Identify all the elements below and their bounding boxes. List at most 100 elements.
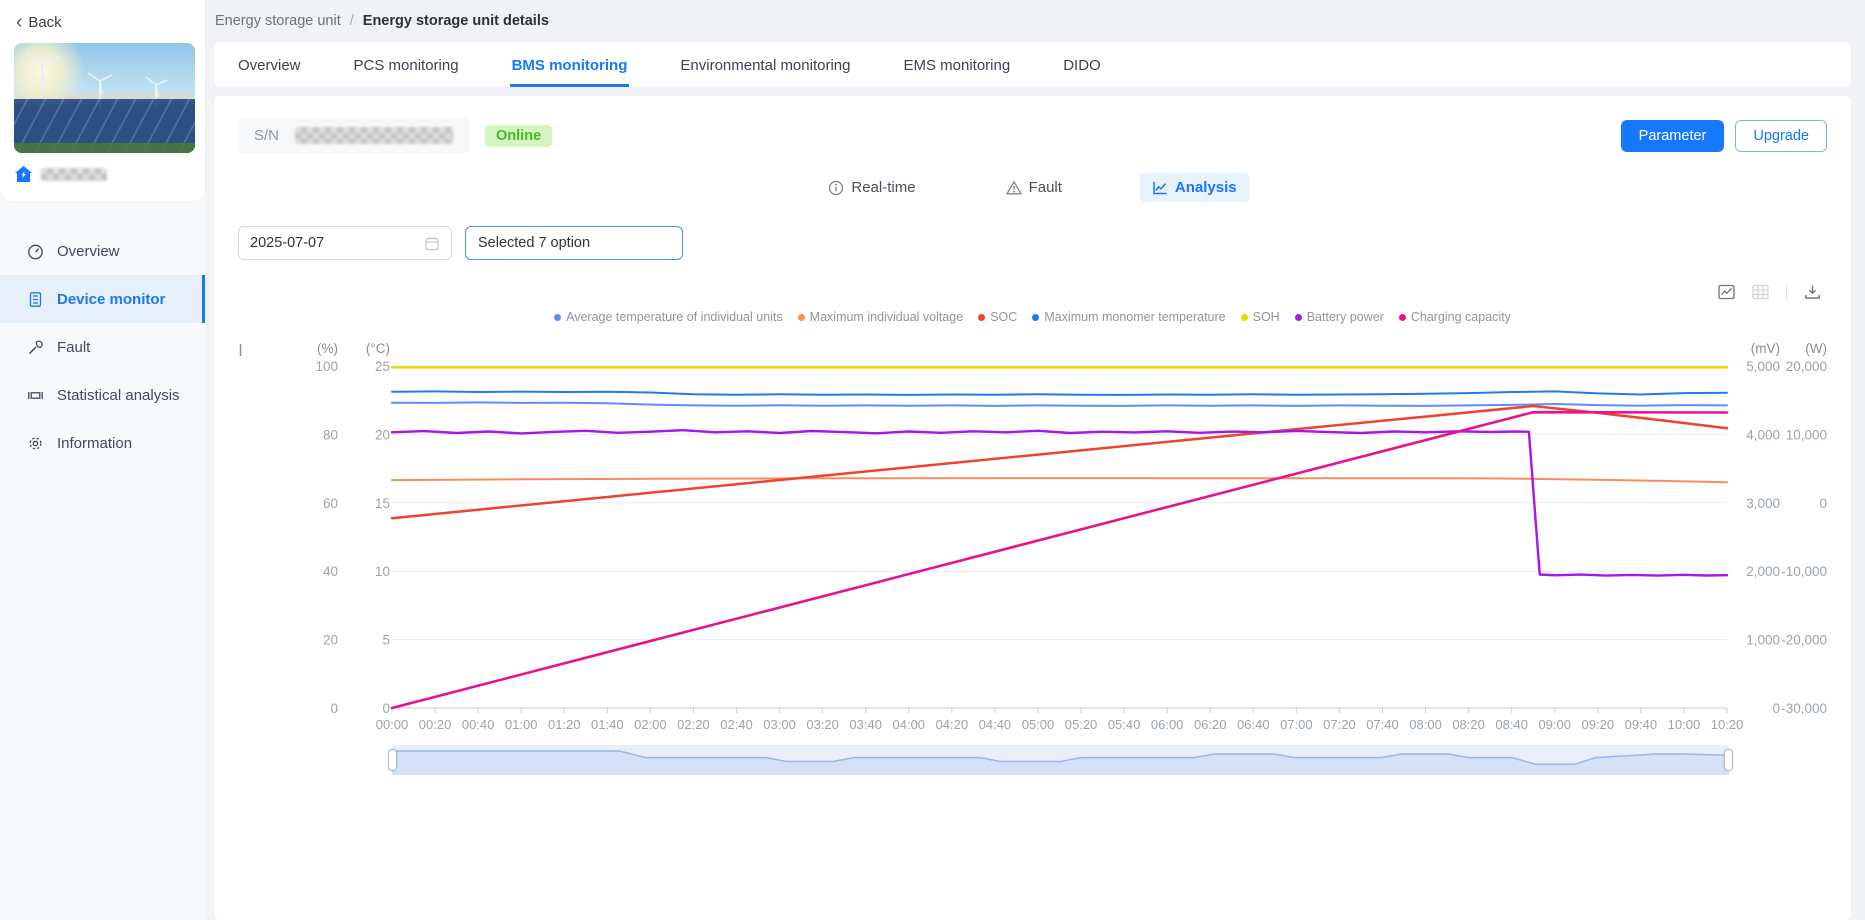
sidebar-item-fault[interactable]: Fault [0,323,205,371]
app-root: ‹ Back [0,0,1865,920]
svg-text:40: 40 [323,564,338,579]
sidebar-header: ‹ Back [0,0,205,201]
tab-dido[interactable]: DIDO [1061,46,1103,87]
sidebar-item-label: Fault [57,339,90,356]
breadcrumb: Energy storage unit / Energy storage uni… [214,0,1851,42]
legend-label: Battery power [1307,310,1384,324]
tab-environmental-monitoring[interactable]: Environmental monitoring [678,46,852,87]
view-tab-real-time[interactable]: Real-time [816,173,927,202]
legend-dot [1241,314,1248,321]
svg-text:06:20: 06:20 [1194,717,1227,732]
legend-item-0[interactable]: Average temperature of individual units [554,310,783,324]
chart-area: (%)(°C)(mV)(W)10080604020025201510505,00… [238,336,1827,775]
legend-item-5[interactable]: Battery power [1295,310,1384,324]
svg-text:5: 5 [382,633,390,648]
sidebar-item-statistical-analysis[interactable]: Statistical analysis [0,371,205,419]
brush-handle-right[interactable] [1724,749,1733,771]
table-view-icon[interactable] [1752,284,1769,300]
time-brush[interactable] [392,745,1729,775]
svg-text:3,000: 3,000 [1746,496,1780,511]
svg-text:08:00: 08:00 [1409,717,1442,732]
svg-text:09:00: 09:00 [1538,717,1571,732]
legend-dot [798,314,805,321]
sidebar-item-overview[interactable]: Overview [0,227,205,275]
chevron-left-icon: ‹ [16,16,22,30]
sidebar-item-device-monitor[interactable]: Device monitor [0,275,205,323]
breadcrumb-parent[interactable]: Energy storage unit [215,13,341,29]
chart-line-icon [1152,180,1168,196]
legend-label: SOC [990,310,1017,324]
sidebar-item-information[interactable]: Information [0,419,205,467]
legend-item-3[interactable]: Maximum monomer temperature [1032,310,1225,324]
date-picker[interactable]: 2025-07-07 [238,226,452,260]
line-chart[interactable]: (%)(°C)(mV)(W)10080604020025201510505,00… [238,336,1827,736]
legend-dot [978,314,985,321]
svg-text:05:00: 05:00 [1022,717,1055,732]
tab-ems-monitoring[interactable]: EMS monitoring [901,46,1012,87]
legend-dot [554,314,561,321]
svg-text:4,000: 4,000 [1746,427,1780,442]
svg-text:0: 0 [1772,701,1780,716]
metric-select[interactable]: Selected 7 option [465,226,683,260]
parameter-button[interactable]: Parameter [1621,120,1725,152]
download-icon[interactable] [1804,284,1821,300]
device-monitor-icon [27,291,44,308]
view-tab-label: Fault [1029,179,1062,196]
legend-item-4[interactable]: SOH [1241,310,1280,324]
back-button[interactable]: ‹ Back [14,12,191,43]
svg-text:01:00: 01:00 [505,717,538,732]
view-tab-label: Real-time [851,179,915,196]
device-header-row: S/N Online Parameter Upgrade [238,118,1827,153]
svg-text:02:40: 02:40 [720,717,753,732]
svg-text:15: 15 [375,496,390,511]
action-buttons: Parameter Upgrade [1621,120,1827,152]
svg-text:02:00: 02:00 [634,717,667,732]
sidebar-item-label: Statistical analysis [57,387,180,404]
content: Energy storage unit / Energy storage uni… [205,0,1865,920]
calendar-icon [424,235,440,251]
metric-select-value: Selected 7 option [478,235,590,251]
status-badge: Online [485,125,552,147]
svg-text:03:20: 03:20 [806,717,839,732]
svg-text:05:20: 05:20 [1065,717,1098,732]
svg-text:03:00: 03:00 [763,717,796,732]
sidebar-item-label: Device monitor [57,291,165,308]
tab-bms-monitoring[interactable]: BMS monitoring [510,46,630,87]
svg-text:80: 80 [323,427,338,442]
svg-text:10:20: 10:20 [1711,717,1744,732]
svg-text:25: 25 [375,359,390,374]
svg-text:(°C): (°C) [366,341,390,356]
wrench-icon [27,339,44,356]
svg-text:09:20: 09:20 [1582,717,1615,732]
sn-pill: S/N [238,118,469,153]
svg-text:0: 0 [382,701,390,716]
sidebar-nav: Overview Device monitor Fault Statistical a… [0,201,205,467]
legend-label: Maximum monomer temperature [1044,310,1225,324]
legend-label: Charging capacity [1411,310,1511,324]
site-name-masked [41,168,107,181]
site-photo [14,43,195,153]
brush-minimap [392,745,1729,775]
svg-text:06:40: 06:40 [1237,717,1270,732]
tab-overview[interactable]: Overview [236,46,303,87]
upgrade-button[interactable]: Upgrade [1735,120,1827,152]
svg-text:-20,000: -20,000 [1781,633,1827,648]
legend-item-1[interactable]: Maximum individual voltage [798,310,964,324]
legend-dot [1295,314,1302,321]
gear-icon [27,435,44,452]
svg-text:00:20: 00:20 [419,717,452,732]
svg-text:01:40: 01:40 [591,717,624,732]
legend-item-2[interactable]: SOC [978,310,1017,324]
sn-group: S/N Online [238,118,552,153]
legend-label: SOH [1253,310,1280,324]
line-chart-view-icon[interactable] [1718,284,1735,300]
tab-pcs-monitoring[interactable]: PCS monitoring [352,46,461,87]
svg-text:07:00: 07:00 [1280,717,1313,732]
svg-text:06:00: 06:00 [1151,717,1184,732]
legend-item-6[interactable]: Charging capacity [1399,310,1511,324]
brush-handle-left[interactable] [388,749,397,771]
view-tab-analysis[interactable]: Analysis [1140,173,1249,202]
view-tab-fault[interactable]: Fault [994,173,1074,202]
device-tabbar: Overview PCS monitoring BMS monitoring Envi… [214,42,1851,87]
legend-label: Average temperature of individual units [566,310,783,324]
